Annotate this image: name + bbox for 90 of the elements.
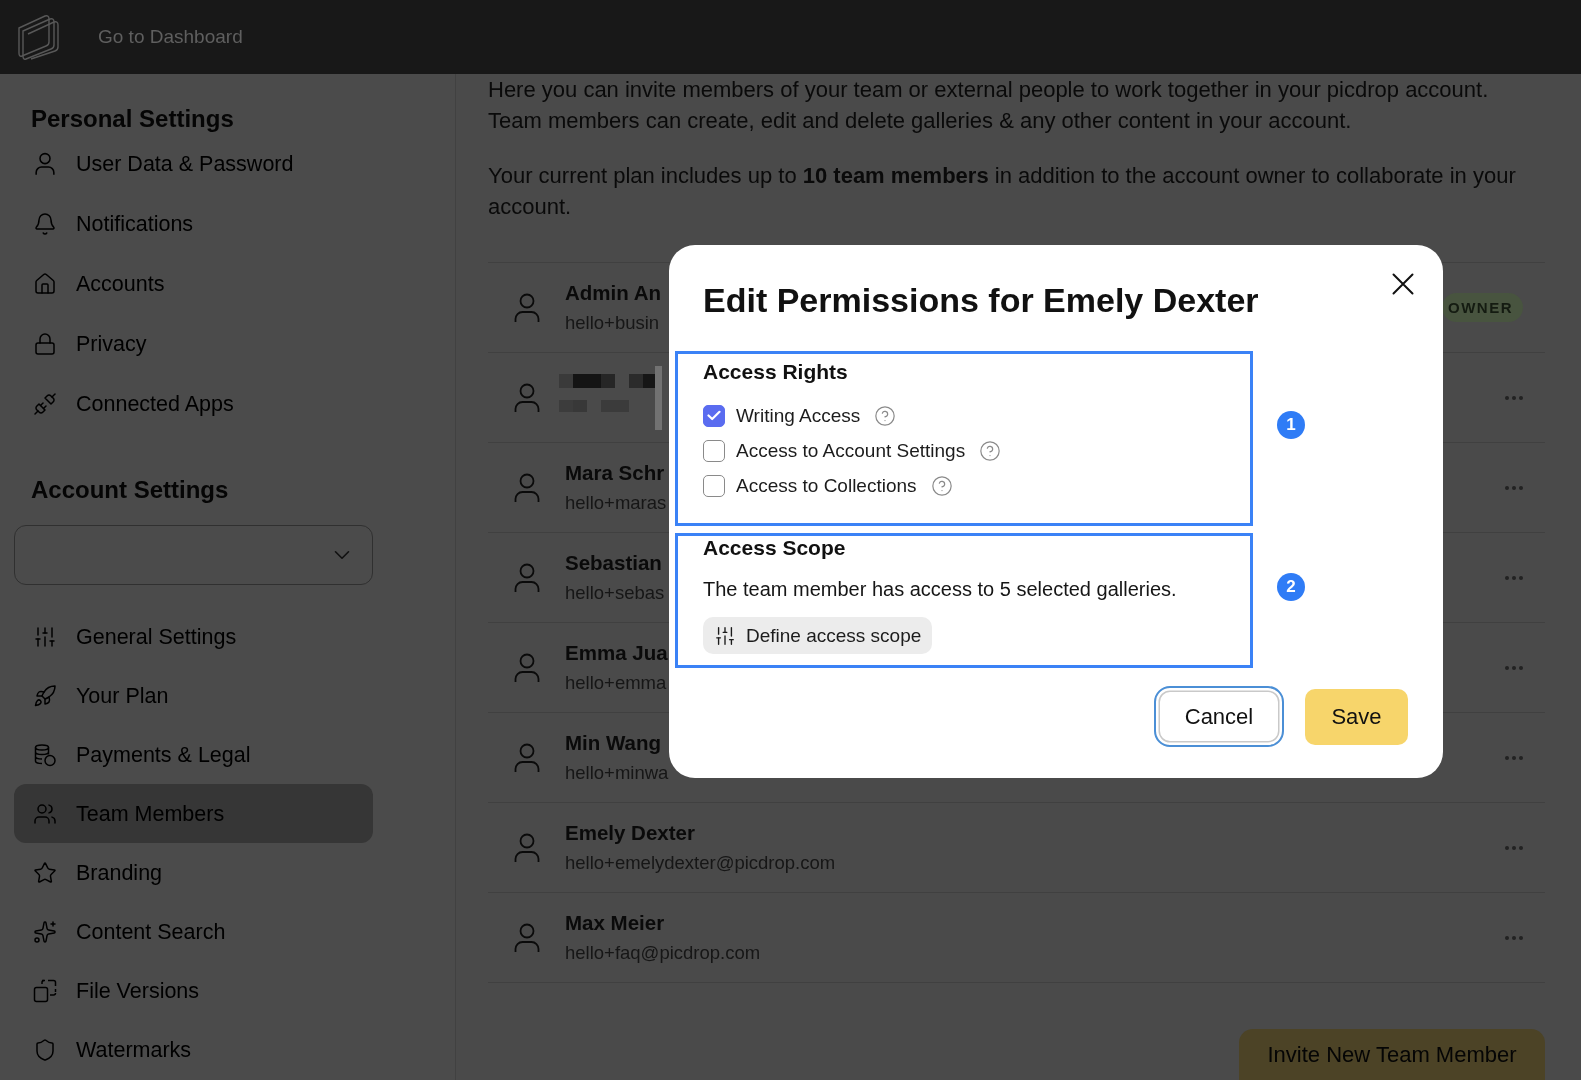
sidebar-item-label: File Versions [76,978,200,1003]
user-icon [514,562,540,593]
checkbox-label[interactable]: Access to Account Settings [736,439,966,462]
users-icon [33,801,57,826]
save-button[interactable]: Save [1305,688,1408,745]
scope-description: The team member has access to 5 selected galleries. [703,577,1178,601]
sidebar-item[interactable]: Notifications [14,194,373,254]
help-icon[interactable] [930,474,953,497]
member-name: Sebastian [565,550,663,576]
help-icon[interactable] [874,404,897,427]
sidebar-heading: Personal Settings [30,104,235,134]
ellipsis-icon[interactable] [1505,935,1523,940]
member-name: Max Meier [565,910,666,936]
user-icon [514,292,540,323]
sidebar-item[interactable]: Watermarks [14,1020,373,1079]
member-name: Admin An [565,280,662,306]
close-icon [1392,273,1414,295]
dashed-squares-icon [33,978,57,1003]
house-icon [33,272,57,296]
define-scope-button[interactable]: Define access scope [703,617,933,654]
sidebar-heading: Account Settings [30,475,230,505]
sidebar-item-label: Your Plan [76,683,169,708]
owner-badge: OWNER [1442,293,1523,322]
checkmark-icon [707,410,721,421]
sidebar-item-label: Privacy [76,332,147,356]
ellipsis-icon[interactable] [1505,485,1523,490]
ellipsis-icon[interactable] [1505,575,1523,580]
sidebar-item[interactable]: Connected Apps [14,374,373,434]
ellipsis-icon[interactable] [1505,665,1523,670]
bell-icon [33,212,57,236]
sidebar-item-label: Content Search [76,919,226,944]
invite-button[interactable]: Invite New Team Member [1239,1029,1545,1080]
callout-number: 2 [1277,572,1305,601]
sidebar-item[interactable]: Content Search [14,902,373,961]
sidebar-item[interactable]: General Settings [14,607,373,666]
shield-icon [33,1037,57,1062]
sidebar-item[interactable]: Payments & Legal [14,725,373,784]
lock-icon [33,332,57,356]
user-icon [514,832,540,863]
sidebar-item[interactable]: Branding [14,843,373,902]
sidebar-item-label: Branding [76,860,163,885]
sidebar-item-label: Connected Apps [76,392,234,416]
intro-text: Your current plan includes up to 10 team members in addition to the account owner to collaborate in your account. [488,162,1517,221]
sidebar-item-label: Accounts [76,272,165,296]
section-heading: Access Scope [703,536,847,560]
dialog-title: Edit Permissions for Emely Dexter [703,280,1259,320]
sidebar-item-label: Notifications [76,212,194,236]
star-icon [33,860,57,885]
sidebar-item[interactable]: Accounts [14,254,373,314]
user-icon [514,652,540,683]
checkbox-label[interactable]: Access to Collections [736,474,917,497]
close-button[interactable] [1392,273,1414,295]
cancel-button[interactable]: Cancel [1154,686,1284,747]
member-name: Mara Schr [565,460,666,486]
checkbox[interactable] [703,439,725,462]
user-icon [514,922,540,953]
checkbox[interactable] [703,404,725,427]
sidebar-item[interactable]: User Data & Password [14,134,373,194]
member-name: Emma Jua [565,640,668,666]
account-select[interactable] [14,525,373,585]
section-heading: Access Rights [703,360,849,384]
checkbox-label[interactable]: Writing Access [736,404,861,427]
sparkle-icon [33,919,57,944]
ellipsis-icon[interactable] [1505,395,1523,400]
sidebar-item-label: User Data & Password [76,152,294,176]
sliders-icon [33,624,57,649]
user-icon [514,742,540,773]
sidebar-item[interactable]: File Versions [14,961,373,1020]
checkbox[interactable] [703,474,725,497]
plug-icon [33,392,57,416]
callout-number: 1 [1277,410,1305,439]
rocket-icon [33,683,57,708]
member-name: Min Wang [565,730,663,756]
sidebar-item-label: General Settings [76,624,237,649]
member-name: Emely Dexter [565,820,696,846]
ellipsis-icon[interactable] [1505,755,1523,760]
user-icon [514,382,540,413]
coin-stack-icon [33,742,57,767]
sidebar-item-label: Payments & Legal [76,742,251,767]
dashboard-link[interactable]: Go to Dashboard [98,26,243,48]
user-icon [514,472,540,503]
intro-text: Here you can invite members of your team or external people to work together in your picdrop account. Team members can create, edit and delete galleries & any other content in your account. [488,76,1490,135]
sidebar-item[interactable]: Your Plan [14,666,373,725]
help-icon[interactable] [979,439,1002,462]
sidebar-item[interactable]: Privacy [14,314,373,374]
sliders-icon [714,624,736,647]
user-icon [35,152,55,176]
ellipsis-icon[interactable] [1505,845,1523,850]
layered-logo-icon[interactable] [17,14,59,60]
sidebar-item-label: Watermarks [76,1037,192,1062]
